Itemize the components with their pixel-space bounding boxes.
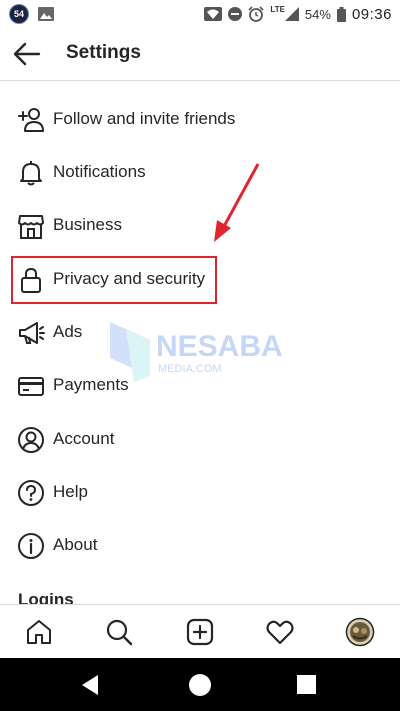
menu-item-label: Account — [53, 429, 115, 448]
page-title: Settings — [66, 42, 141, 63]
menu-item-label: Business — [53, 215, 122, 234]
menu-item-label: Follow and invite friends — [53, 109, 236, 128]
menu-item-label: Ads — [53, 322, 83, 341]
image-notification-icon — [38, 7, 54, 21]
new-post-icon[interactable] — [185, 617, 215, 647]
wifi-icon — [204, 7, 223, 21]
search-icon[interactable] — [104, 617, 134, 647]
network-type: LTE — [270, 4, 285, 14]
notification-badge: 54 — [9, 4, 29, 24]
menu-item-label: Payments — [53, 375, 129, 394]
menu-item-account[interactable]: Account — [0, 413, 400, 465]
back-arrow-icon[interactable] — [12, 40, 42, 68]
profile-avatar[interactable] — [345, 617, 375, 647]
back-triangle-icon[interactable] — [80, 674, 100, 696]
settings-header: Settings — [0, 28, 400, 81]
question-circle-icon — [18, 480, 44, 506]
add-person-icon — [18, 108, 44, 132]
clock: 09:36 — [351, 5, 392, 23]
bell-icon — [20, 161, 42, 186]
storefront-icon — [18, 215, 44, 239]
menu-item-label: Notifications — [53, 162, 146, 181]
bottom-navigation — [0, 604, 400, 659]
menu-item-about[interactable]: About — [0, 519, 400, 571]
status-bar: 54 LTE 54% 09:36 — [0, 0, 400, 28]
home-circle-icon[interactable] — [188, 673, 212, 697]
highlight-box — [11, 256, 217, 304]
signal-icon — [284, 7, 299, 21]
card-icon — [18, 377, 44, 396]
battery-percent: 54% — [304, 6, 331, 22]
do-not-disturb-icon — [228, 7, 243, 21]
menu-item-label: About — [53, 535, 98, 554]
heart-icon[interactable] — [265, 617, 295, 647]
person-circle-icon — [18, 427, 44, 453]
menu-item-follow-invite[interactable]: Follow and invite friends — [0, 93, 400, 145]
info-circle-icon — [18, 533, 44, 559]
annotation-arrow — [214, 163, 260, 242]
battery-icon — [336, 6, 346, 22]
menu-item-help[interactable]: Help — [0, 466, 400, 518]
menu-item-ads[interactable]: Ads — [0, 306, 400, 358]
alarm-icon — [248, 6, 264, 22]
menu-item-label: Help — [53, 482, 88, 501]
megaphone-icon — [19, 322, 45, 344]
android-navigation-bar — [0, 658, 400, 711]
home-icon[interactable] — [24, 617, 54, 647]
menu-item-payments[interactable]: Payments — [0, 359, 400, 411]
recents-square-icon[interactable] — [297, 675, 316, 694]
